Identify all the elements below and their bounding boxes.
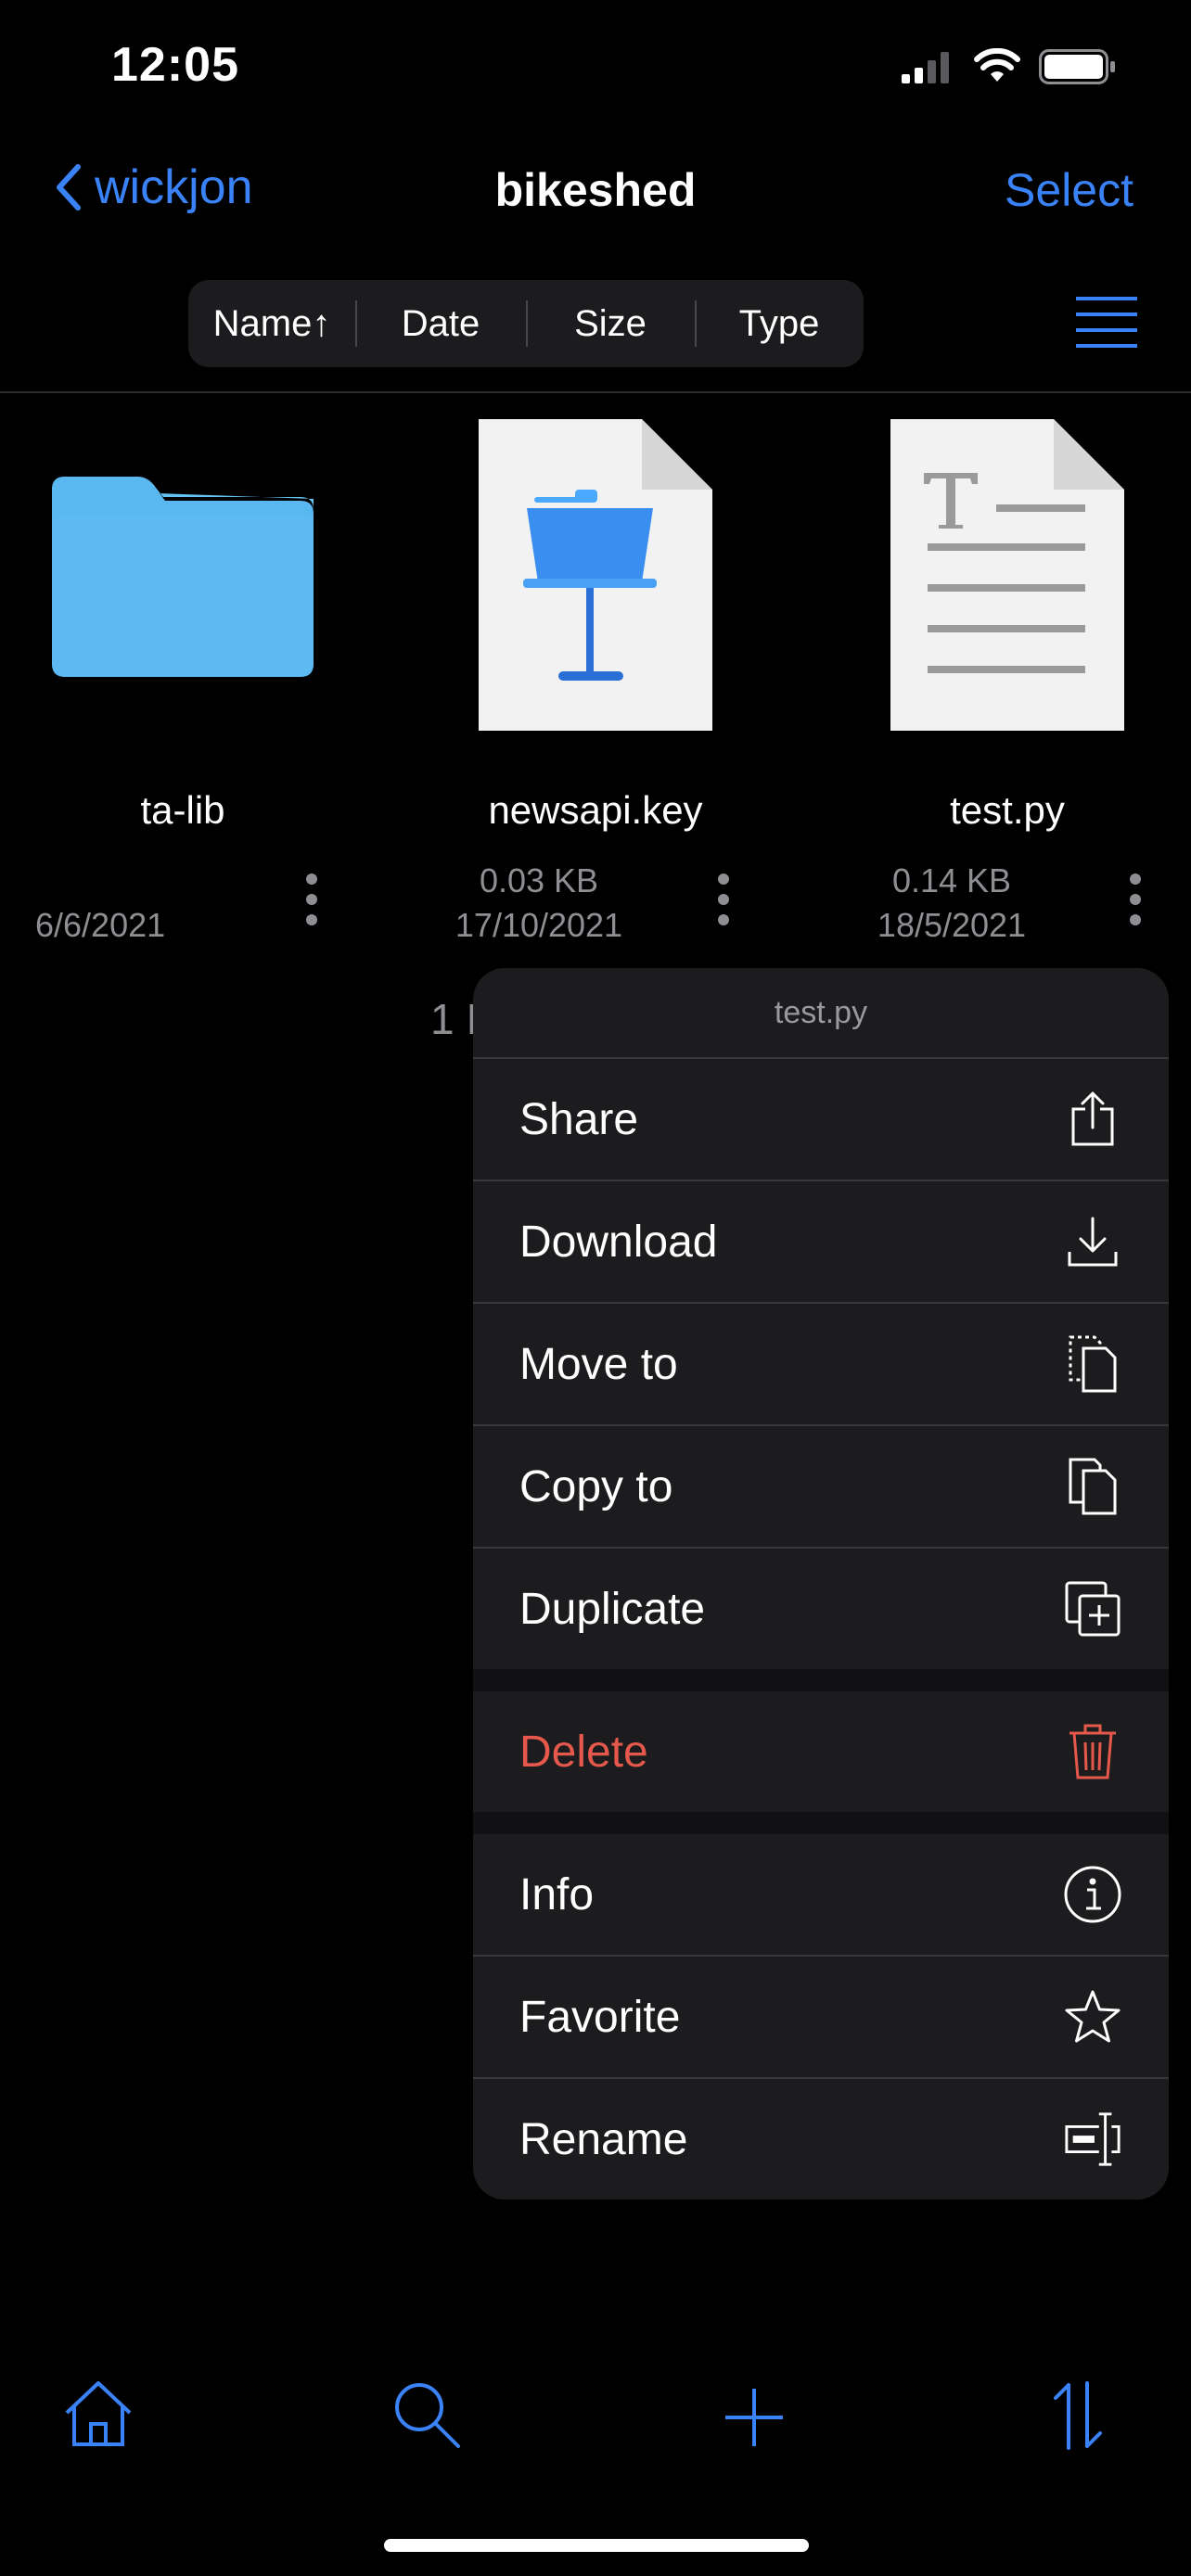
duplicate-icon	[1063, 1579, 1122, 1639]
sort-by-type[interactable]: Type	[695, 280, 864, 367]
sort-icon[interactable]	[1052, 2381, 1104, 2450]
menu-item-delete[interactable]: Delete	[473, 1691, 1169, 1812]
select-button[interactable]: Select	[1005, 163, 1133, 217]
menu-item-label: Move to	[519, 1339, 678, 1389]
more-options-icon[interactable]	[1130, 874, 1143, 935]
context-menu-title: test.py	[473, 968, 1169, 1059]
item-count: 1 I	[430, 995, 479, 1043]
menu-item-duplicate[interactable]: Duplicate	[473, 1549, 1169, 1669]
cellular-signal-icon	[902, 52, 954, 83]
file-name-ta-lib[interactable]: ta-lib	[6, 788, 359, 833]
file-size: 0.03 KB	[479, 861, 599, 899]
status-time: 12:05	[111, 38, 239, 92]
menu-item-favorite[interactable]: Favorite	[473, 1957, 1169, 2079]
menu-item-label: Rename	[519, 2114, 688, 2164]
copy-to-icon	[1063, 1457, 1122, 1516]
file-name-test-py[interactable]: test.py	[831, 788, 1184, 833]
star-icon	[1063, 1987, 1122, 2047]
plus-icon[interactable]	[724, 2387, 785, 2448]
menu-item-label: Download	[519, 1217, 718, 1267]
menu-item-label: Duplicate	[519, 1584, 706, 1634]
menu-item-move-to[interactable]: Move to	[473, 1304, 1169, 1426]
home-icon[interactable]	[63, 2379, 134, 2446]
menu-section-gap	[473, 1812, 1169, 1834]
file-date: 18/5/2021	[877, 906, 1027, 944]
file-name-newsapi[interactable]: newsapi.key	[419, 788, 772, 833]
menu-item-download[interactable]: Download	[473, 1181, 1169, 1304]
menu-item-info[interactable]: Info	[473, 1834, 1169, 1957]
move-to-icon	[1063, 1334, 1122, 1394]
info-icon	[1063, 1865, 1122, 1924]
file-date: 17/10/2021	[455, 906, 623, 944]
keynote-file-icon[interactable]	[479, 419, 712, 731]
file-date: 6/6/2021	[35, 906, 166, 944]
menu-item-copy-to[interactable]: Copy to	[473, 1426, 1169, 1549]
sort-by-size[interactable]: Size	[526, 280, 695, 367]
list-view-icon[interactable]	[1076, 295, 1137, 351]
folder-icon[interactable]	[52, 471, 314, 677]
download-icon	[1063, 1212, 1122, 1271]
menu-section-gap	[473, 1669, 1169, 1691]
menu-item-label: Share	[519, 1094, 639, 1144]
menu-item-rename[interactable]: Rename	[473, 2079, 1169, 2200]
menu-item-label: Favorite	[519, 1992, 681, 2042]
menu-item-share[interactable]: Share	[473, 1059, 1169, 1181]
menu-item-label: Copy to	[519, 1461, 673, 1511]
menu-item-label: Delete	[519, 1727, 648, 1777]
share-icon	[1063, 1090, 1122, 1149]
rename-icon	[1063, 2110, 1122, 2169]
sort-by-name[interactable]: Name↑	[188, 280, 355, 367]
battery-icon	[1039, 49, 1117, 84]
sort-segmented-control: Name↑ Date Size Type	[188, 280, 864, 367]
divider	[0, 391, 1191, 393]
more-options-icon[interactable]	[718, 874, 731, 935]
file-size: 0.14 KB	[891, 861, 1012, 899]
search-icon[interactable]	[391, 2379, 462, 2450]
trash-icon	[1063, 1722, 1122, 1781]
sort-by-date[interactable]: Date	[355, 280, 526, 367]
more-options-icon[interactable]	[306, 874, 319, 935]
menu-item-label: Info	[519, 1869, 595, 1919]
text-file-icon[interactable]	[890, 419, 1124, 731]
context-menu: test.py Share Download Move to Copy to D…	[473, 968, 1169, 2200]
wifi-icon	[974, 48, 1020, 83]
home-indicator	[384, 2539, 809, 2552]
